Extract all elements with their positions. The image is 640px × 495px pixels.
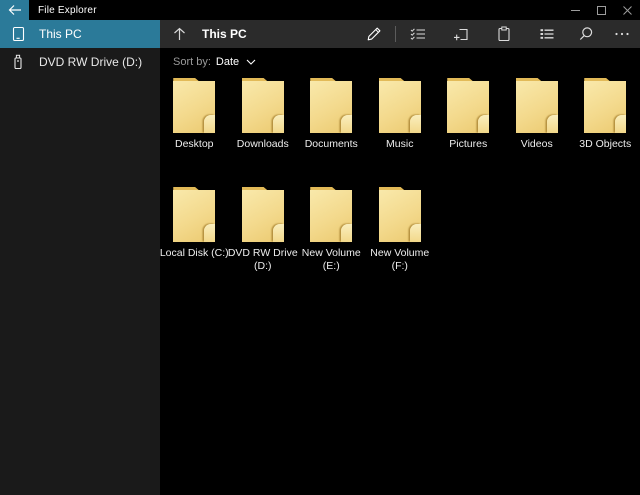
sort-label: Sort by: bbox=[173, 56, 211, 68]
folder-item-3d-objects[interactable]: 3D Objects bbox=[571, 78, 640, 151]
pencil-icon bbox=[366, 26, 382, 42]
folder-icon bbox=[242, 187, 284, 242]
chevron-down-icon bbox=[239, 59, 256, 65]
folder-icon bbox=[447, 78, 489, 133]
folder-icon bbox=[173, 78, 215, 133]
back-arrow-icon bbox=[8, 4, 22, 16]
folder-icon bbox=[242, 78, 284, 133]
command-bar-left: This PC bbox=[160, 20, 247, 48]
close-icon bbox=[623, 6, 632, 15]
folder-label: Local Disk (C:) bbox=[156, 247, 232, 260]
up-arrow-icon bbox=[173, 27, 186, 41]
folder-item-new-volume-f[interactable]: New Volume (F:) bbox=[366, 187, 435, 273]
folder-label: DVD RW Drive (D:) bbox=[225, 247, 301, 273]
folder-item-videos[interactable]: Videos bbox=[503, 78, 572, 151]
minimize-button[interactable] bbox=[562, 0, 588, 20]
folder-item-local-disk-c[interactable]: Local Disk (C:) bbox=[160, 187, 229, 273]
sort-row: Sort by: Date bbox=[160, 48, 640, 76]
titlebar: File Explorer bbox=[0, 0, 640, 20]
folder-label: Music bbox=[362, 138, 438, 151]
folder-label: 3D Objects bbox=[567, 138, 640, 151]
folder-item-documents[interactable]: Documents bbox=[297, 78, 366, 151]
ellipsis-icon bbox=[614, 26, 630, 42]
command-bar: This PC bbox=[160, 20, 640, 48]
folder-item-new-volume-e[interactable]: New Volume (E:) bbox=[297, 187, 366, 273]
multi-select-icon bbox=[410, 26, 426, 42]
folder-icon bbox=[379, 187, 421, 242]
folder-item-pictures[interactable]: Pictures bbox=[434, 78, 503, 151]
new-folder-button[interactable] bbox=[439, 20, 482, 48]
sidebar: This PC DVD RW Drive (D:) bbox=[0, 20, 160, 495]
main-content: This PC bbox=[160, 20, 640, 495]
multi-select-button[interactable] bbox=[396, 20, 439, 48]
window-controls bbox=[562, 0, 640, 20]
clipboard-icon bbox=[496, 26, 512, 42]
rename-button[interactable] bbox=[352, 20, 395, 48]
folder-icon bbox=[516, 78, 558, 133]
location-title: This PC bbox=[202, 27, 247, 41]
folder-label: Downloads bbox=[225, 138, 301, 151]
folder-grid-row-2: Local Disk (C:) DVD RW Drive (D:) New Vo… bbox=[160, 187, 640, 273]
folder-label: Documents bbox=[293, 138, 369, 151]
folder-label: Desktop bbox=[156, 138, 232, 151]
list-view-icon bbox=[539, 26, 555, 42]
folder-item-desktop[interactable]: Desktop bbox=[160, 78, 229, 151]
folder-grid-row-1: Desktop Downloads Documents Music Pictur… bbox=[160, 78, 640, 151]
back-button[interactable] bbox=[0, 0, 29, 20]
maximize-icon bbox=[597, 6, 606, 15]
file-explorer-window: { "window": { "title": "File Explorer", … bbox=[0, 0, 640, 495]
folder-item-music[interactable]: Music bbox=[366, 78, 435, 151]
sort-dropdown[interactable]: Date bbox=[216, 56, 256, 68]
folder-label: New Volume (F:) bbox=[362, 247, 438, 273]
sidebar-item-label: DVD RW Drive (D:) bbox=[39, 55, 142, 69]
folder-label: Pictures bbox=[430, 138, 506, 151]
folder-item-dvd-rw-drive-d[interactable]: DVD RW Drive (D:) bbox=[229, 187, 298, 273]
paste-button[interactable] bbox=[482, 20, 525, 48]
more-button[interactable] bbox=[604, 20, 640, 48]
folder-item-downloads[interactable]: Downloads bbox=[229, 78, 298, 151]
maximize-button[interactable] bbox=[588, 0, 614, 20]
folder-icon bbox=[310, 187, 352, 242]
sidebar-item-this-pc[interactable]: This PC bbox=[0, 20, 160, 48]
folder-icon bbox=[584, 78, 626, 133]
list-view-button[interactable] bbox=[525, 20, 568, 48]
folder-label: New Volume (E:) bbox=[293, 247, 369, 273]
drive-icon bbox=[10, 54, 26, 70]
close-button[interactable] bbox=[614, 0, 640, 20]
window-title: File Explorer bbox=[38, 5, 97, 16]
minimize-icon bbox=[571, 6, 580, 15]
folder-icon bbox=[173, 187, 215, 242]
sort-value: Date bbox=[216, 56, 239, 68]
folder-icon bbox=[310, 78, 352, 133]
pc-icon bbox=[10, 26, 26, 42]
sidebar-item-label: This PC bbox=[39, 27, 82, 41]
folder-label: Videos bbox=[499, 138, 575, 151]
folder-icon bbox=[379, 78, 421, 133]
sidebar-item-dvd-drive[interactable]: DVD RW Drive (D:) bbox=[0, 48, 160, 76]
new-folder-icon bbox=[453, 26, 469, 42]
search-icon bbox=[578, 26, 594, 42]
up-button[interactable] bbox=[169, 20, 189, 48]
search-button[interactable] bbox=[568, 20, 604, 48]
command-bar-actions bbox=[352, 20, 640, 48]
